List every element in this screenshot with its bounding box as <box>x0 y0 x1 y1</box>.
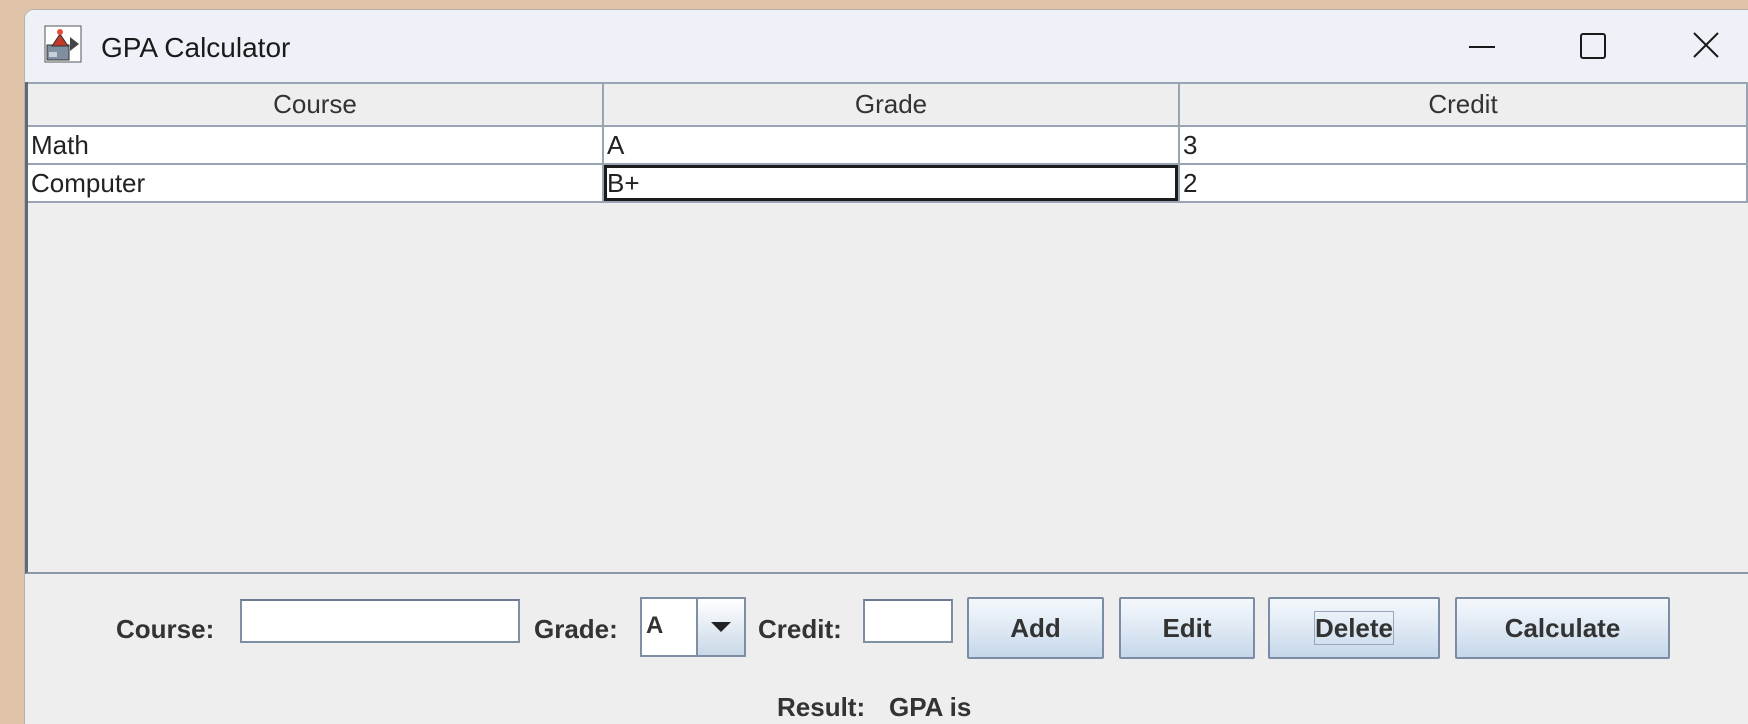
column-header-grade[interactable]: Grade <box>604 82 1180 127</box>
edit-button-label: Edit <box>1162 612 1212 643</box>
table-cell-credit[interactable]: 2 <box>1180 165 1748 203</box>
table-cell-credit[interactable]: 3 <box>1180 127 1748 165</box>
table-header: Course Grade Credit <box>28 82 1748 127</box>
title-bar[interactable]: GPA Calculator <box>25 10 1748 82</box>
table-cell-grade-focused[interactable]: B+ <box>604 165 1180 203</box>
add-button-label: Add <box>1010 612 1061 643</box>
column-header-course[interactable]: Course <box>28 82 604 127</box>
table-cell-course[interactable]: Math <box>28 127 604 165</box>
table-body: Math A 3 Computer B+ 2 <box>28 127 1748 203</box>
delete-button-label: Delete <box>1313 611 1395 645</box>
add-button[interactable]: Add <box>967 597 1104 659</box>
grade-select[interactable]: A <box>640 597 746 657</box>
credit-label: Credit: <box>758 614 842 644</box>
minimize-icon[interactable] <box>1462 28 1502 64</box>
course-input[interactable] <box>240 599 520 643</box>
grade-select-value: A <box>646 612 664 639</box>
column-header-credit[interactable]: Credit <box>1180 82 1748 127</box>
input-form: Course: Grade: A Credit: Add Edit Delete… <box>25 574 1748 724</box>
calculate-button-label: Calculate <box>1504 612 1621 643</box>
window-title: GPA Calculator <box>101 32 291 63</box>
calculate-button[interactable]: Calculate <box>1455 597 1670 659</box>
course-label: Course: <box>116 614 215 644</box>
result-text: GPA is <box>889 692 972 722</box>
app-window: GPA Calculator Course Grade Credit Math … <box>25 10 1748 724</box>
table-cell-course[interactable]: Computer <box>28 165 604 203</box>
close-icon[interactable] <box>1686 28 1726 64</box>
edit-button[interactable]: Edit <box>1119 597 1255 659</box>
java-app-icon <box>44 25 82 63</box>
credit-input[interactable] <box>863 599 953 643</box>
delete-button[interactable]: Delete <box>1268 597 1440 659</box>
course-table[interactable]: Course Grade Credit Math A 3 Computer B+… <box>25 82 1748 574</box>
chevron-down-icon[interactable] <box>696 599 744 655</box>
grade-label: Grade: <box>534 614 618 644</box>
maximize-icon[interactable] <box>1573 28 1613 64</box>
result-label: Result: <box>777 692 866 722</box>
table-row[interactable]: Math A 3 <box>28 127 1748 165</box>
table-cell-grade[interactable]: A <box>604 127 1180 165</box>
table-row[interactable]: Computer B+ 2 <box>28 165 1748 203</box>
